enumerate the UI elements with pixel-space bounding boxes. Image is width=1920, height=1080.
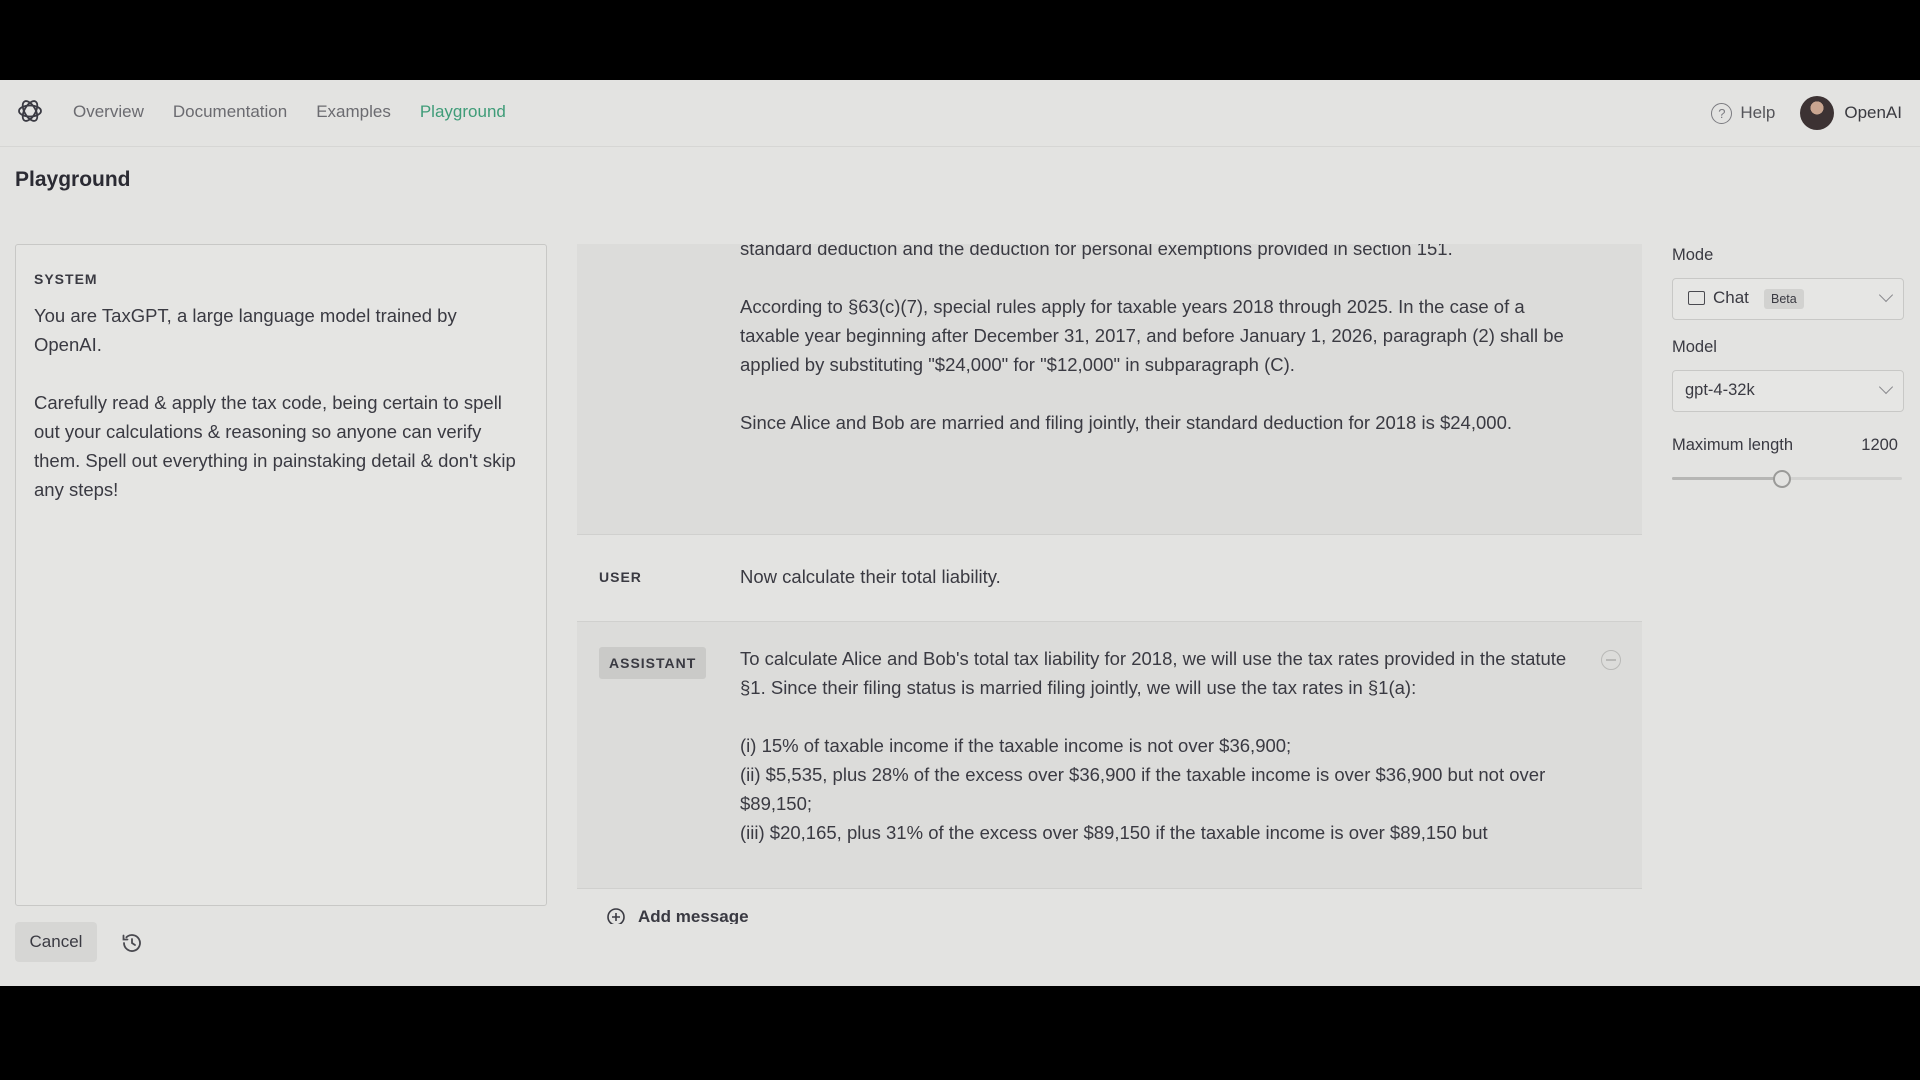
mode-value: Chat: [1713, 288, 1749, 307]
nav-documentation[interactable]: Documentation: [173, 102, 287, 122]
playground-screen: Overview Documentation Examples Playgrou…: [0, 80, 1920, 986]
history-icon[interactable]: [120, 931, 144, 955]
system-label: SYSTEM: [34, 271, 98, 287]
message-text[interactable]: standard deduction and the deduction for…: [740, 244, 1570, 437]
system-prompt-text[interactable]: You are TaxGPT, a large language model t…: [34, 301, 524, 504]
cancel-button[interactable]: Cancel: [15, 922, 97, 962]
page-title: Playground: [15, 168, 131, 191]
model-select[interactable]: gpt-4-32k: [1672, 370, 1904, 412]
nav-playground[interactable]: Playground: [420, 102, 506, 122]
message-text[interactable]: Now calculate their total liability.: [740, 562, 1570, 591]
top-nav: Overview Documentation Examples Playgrou…: [0, 80, 1920, 147]
beta-badge: Beta: [1764, 289, 1804, 309]
system-panel[interactable]: SYSTEM You are TaxGPT, a large language …: [15, 244, 547, 906]
nav-links: Overview Documentation Examples Playgrou…: [73, 102, 506, 122]
slider-thumb[interactable]: [1773, 470, 1792, 488]
mode-label: Mode: [1672, 246, 1714, 264]
remove-icon[interactable]: [1601, 650, 1621, 670]
settings-panel: Mode Chat Beta Model gpt-4-32k Maximum l…: [1672, 80, 1920, 986]
add-circle-icon: [607, 908, 625, 924]
chevron-down-icon: [1878, 287, 1894, 303]
add-message-button[interactable]: Add message: [606, 907, 749, 924]
max-length-slider[interactable]: [1672, 470, 1902, 488]
mode-select[interactable]: Chat Beta: [1672, 278, 1904, 320]
openai-logo-icon[interactable]: [15, 96, 45, 126]
chevron-down-icon: [1878, 379, 1894, 395]
message-role-user[interactable]: USER: [599, 569, 642, 585]
max-length-value[interactable]: 1200: [1861, 436, 1898, 455]
message-user[interactable]: USER Now calculate their total liability…: [577, 535, 1642, 622]
message-role-assistant[interactable]: ASSISTANT: [599, 647, 707, 679]
model-value: gpt-4-32k: [1685, 381, 1755, 399]
slider-fill: [1672, 477, 1783, 480]
nav-examples[interactable]: Examples: [316, 102, 391, 122]
chat-area: standard deduction and the deduction for…: [577, 244, 1642, 924]
message-assistant-previous[interactable]: standard deduction and the deduction for…: [577, 244, 1642, 535]
message-text[interactable]: To calculate Alice and Bob's total tax l…: [740, 644, 1570, 847]
nav-overview[interactable]: Overview: [73, 102, 144, 122]
model-label: Model: [1672, 338, 1717, 356]
add-message-label: Add message: [638, 907, 749, 924]
message-assistant[interactable]: ASSISTANT To calculate Alice and Bob's t…: [577, 622, 1642, 889]
chat-icon: [1688, 291, 1705, 305]
max-length-label: Maximum length: [1672, 436, 1794, 454]
